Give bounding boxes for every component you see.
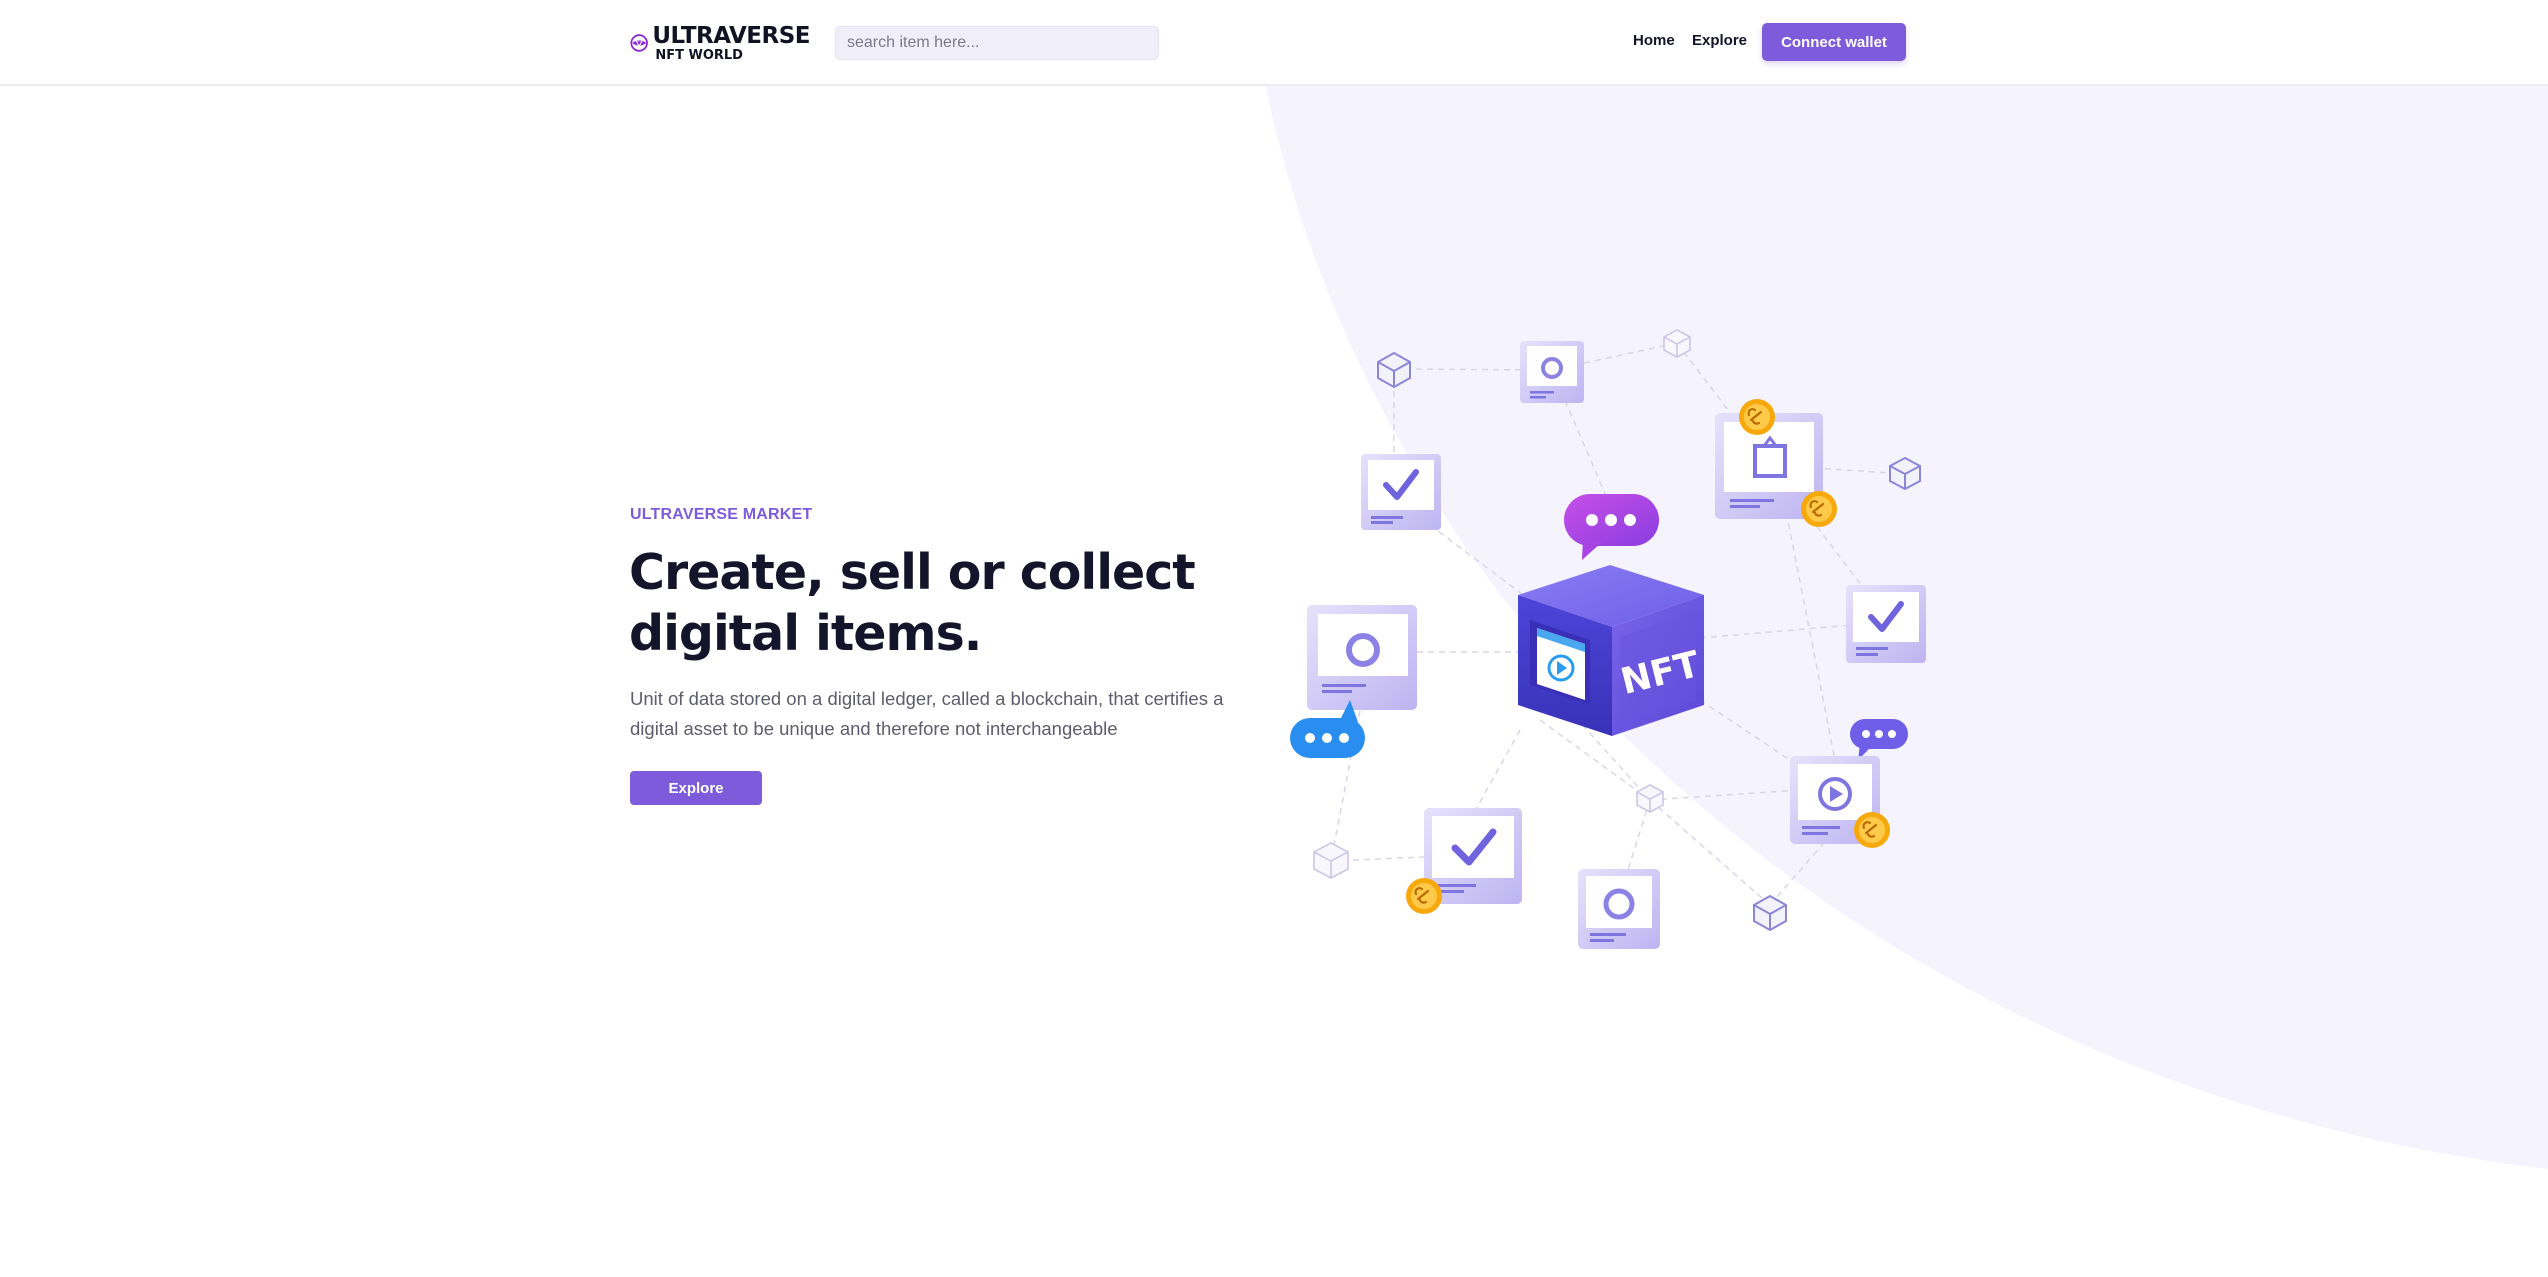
nav-explore-link[interactable]: Explore — [1692, 32, 1747, 49]
logo-subtitle: NFT WORLD — [655, 47, 743, 63]
search-input[interactable] — [835, 26, 1159, 60]
chain-link-coin-icon — [1801, 491, 1837, 527]
hero-description: Unit of data stored on a digital ledger,… — [630, 688, 1224, 739]
check-card-icon — [1361, 454, 1441, 530]
wireframe-cube-icon — [1663, 329, 1691, 358]
page: ULTRAVERSE NFT WORLD Home Explore Connec… — [0, 0, 2548, 1277]
wireframe-cube-icon — [1377, 351, 1411, 389]
nft-cube-icon: NFT — [1518, 565, 1704, 736]
wireframe-cube-icon — [1753, 894, 1787, 932]
chat-bubble-icon — [1850, 719, 1908, 760]
hero-headline: Create, sell or collect digital items. — [629, 544, 1196, 662]
site-header: ULTRAVERSE NFT WORLD Home Explore Connec… — [0, 0, 2548, 86]
check-card-icon — [1846, 585, 1926, 663]
hero-eyebrow: ULTRAVERSE MARKET — [630, 506, 813, 523]
nft-network-illustration: NFT — [1290, 329, 1926, 949]
wireframe-cube-icon — [1313, 842, 1349, 879]
circle-card-icon — [1578, 869, 1660, 949]
chain-link-coin-icon — [1854, 812, 1890, 848]
chat-bubble-icon — [1564, 494, 1659, 560]
chain-link-coin-icon — [1406, 878, 1442, 914]
logo[interactable]: ULTRAVERSE NFT WORLD — [630, 22, 810, 64]
connect-wallet-button[interactable]: Connect wallet — [1762, 23, 1906, 61]
chain-link-coin-icon — [1739, 399, 1775, 435]
hero-explore-button[interactable]: Explore — [630, 771, 762, 805]
nav-home-link[interactable]: Home — [1633, 32, 1675, 49]
logo-title: ULTRAVERSE — [652, 22, 810, 49]
circle-card-icon — [1307, 605, 1417, 710]
logo-mark-icon — [630, 34, 648, 52]
wireframe-cube-icon — [1889, 456, 1921, 491]
circle-card-icon — [1520, 341, 1584, 403]
wireframe-cube-icon — [1636, 784, 1664, 813]
